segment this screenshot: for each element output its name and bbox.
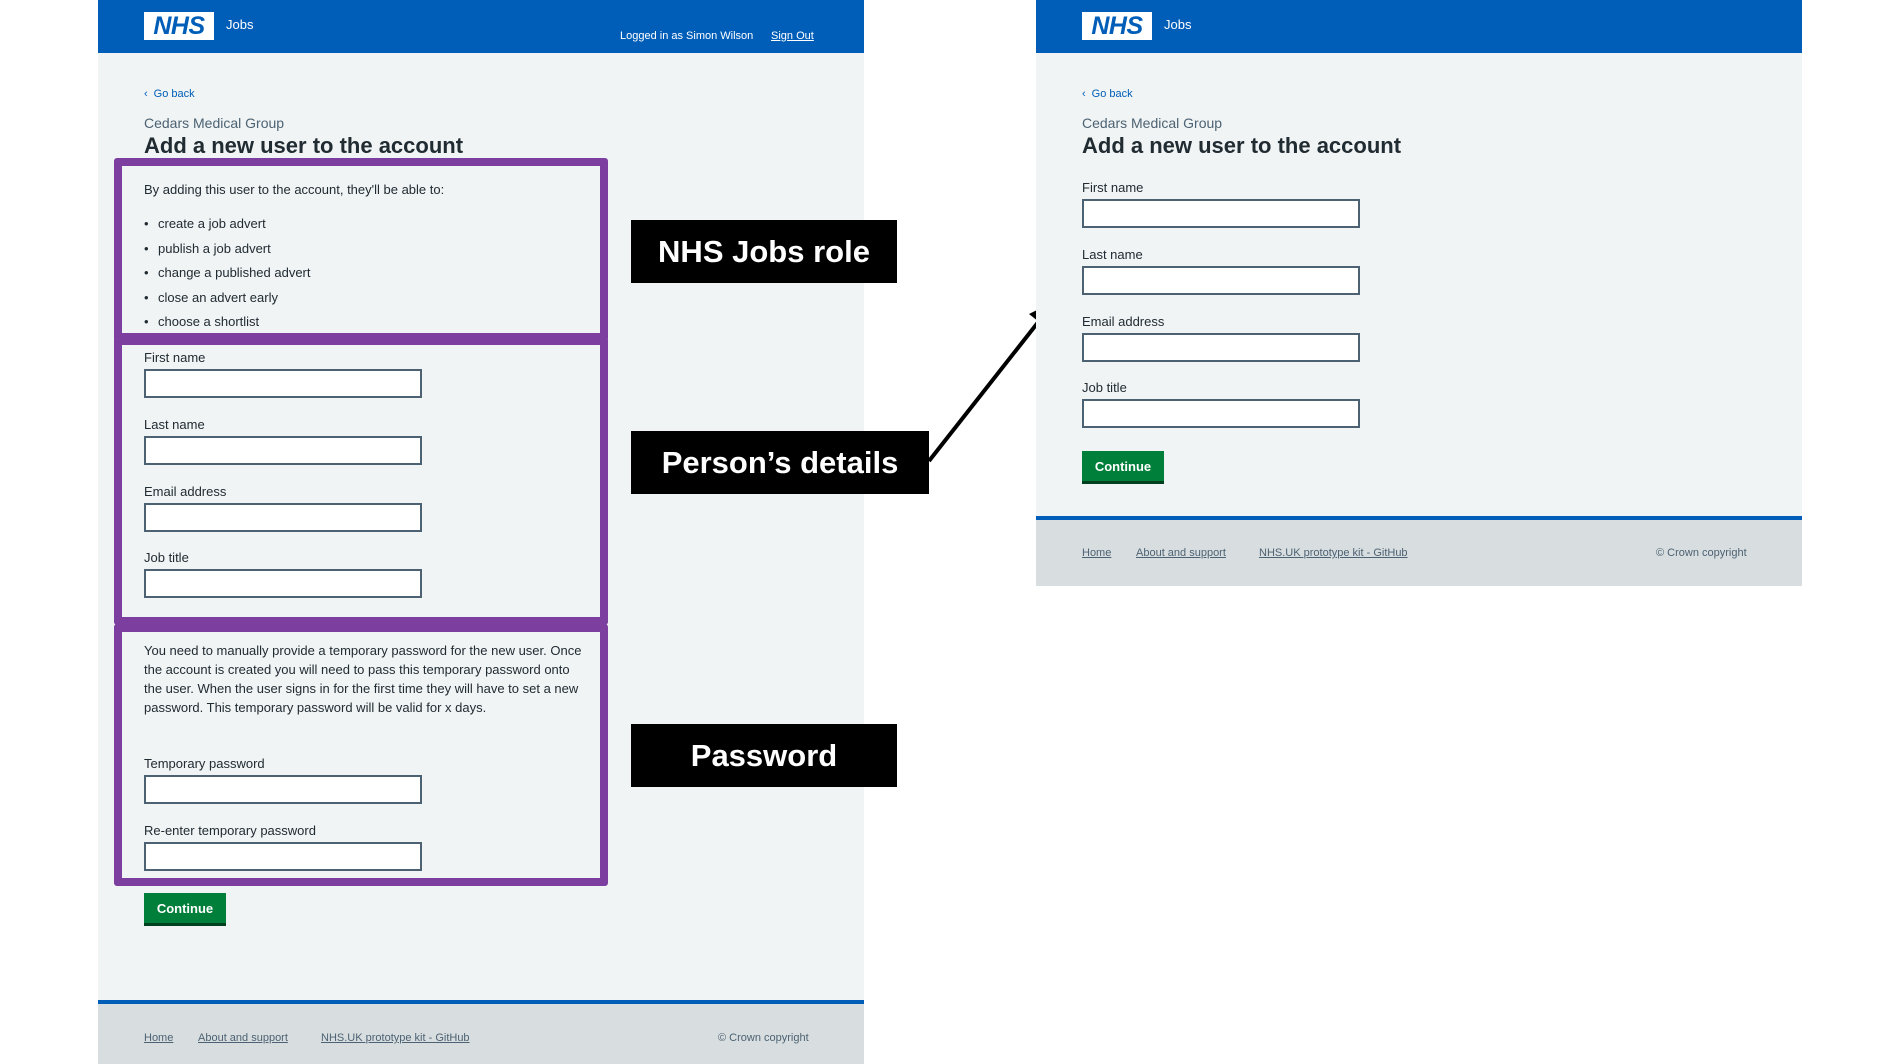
copyright: © Crown copyright [1656, 547, 1747, 559]
page-title: Add a new user to the account [1082, 133, 1402, 158]
footer: Home About and support NHS.UK prototype … [1036, 516, 1802, 586]
footer-link-github[interactable]: NHS.UK prototype kit - GitHub [1259, 547, 1408, 559]
job-title-label: Job title [1082, 380, 1127, 395]
continue-button[interactable]: Continue [1082, 451, 1164, 484]
nhs-logo-text: NHS [1091, 11, 1143, 40]
last-name-field[interactable] [1082, 266, 1360, 295]
email-label: Email address [1082, 314, 1165, 329]
service-name[interactable]: Jobs [1164, 17, 1191, 32]
footer-link-home[interactable]: Home [1082, 547, 1111, 559]
first-name-label: First name [1082, 180, 1144, 195]
last-name-label: Last name [1082, 247, 1143, 262]
header: NHS Jobs [1036, 0, 1802, 53]
footer-link-about[interactable]: About and support [1136, 547, 1226, 559]
chevron-left-icon: ‹ [1082, 88, 1086, 100]
back-link-label: Go back [1091, 88, 1133, 100]
back-link[interactable]: ‹ Go back [1082, 88, 1133, 100]
nhs-logo[interactable]: NHS [1082, 12, 1152, 40]
caption: Cedars Medical Group [1082, 115, 1223, 131]
email-field[interactable] [1082, 333, 1360, 362]
job-title-field[interactable] [1082, 399, 1360, 428]
first-name-field[interactable] [1082, 199, 1360, 228]
details-form-page: NHS Jobs ‹ Go back Cedars Medical Group A… [1036, 0, 1802, 586]
